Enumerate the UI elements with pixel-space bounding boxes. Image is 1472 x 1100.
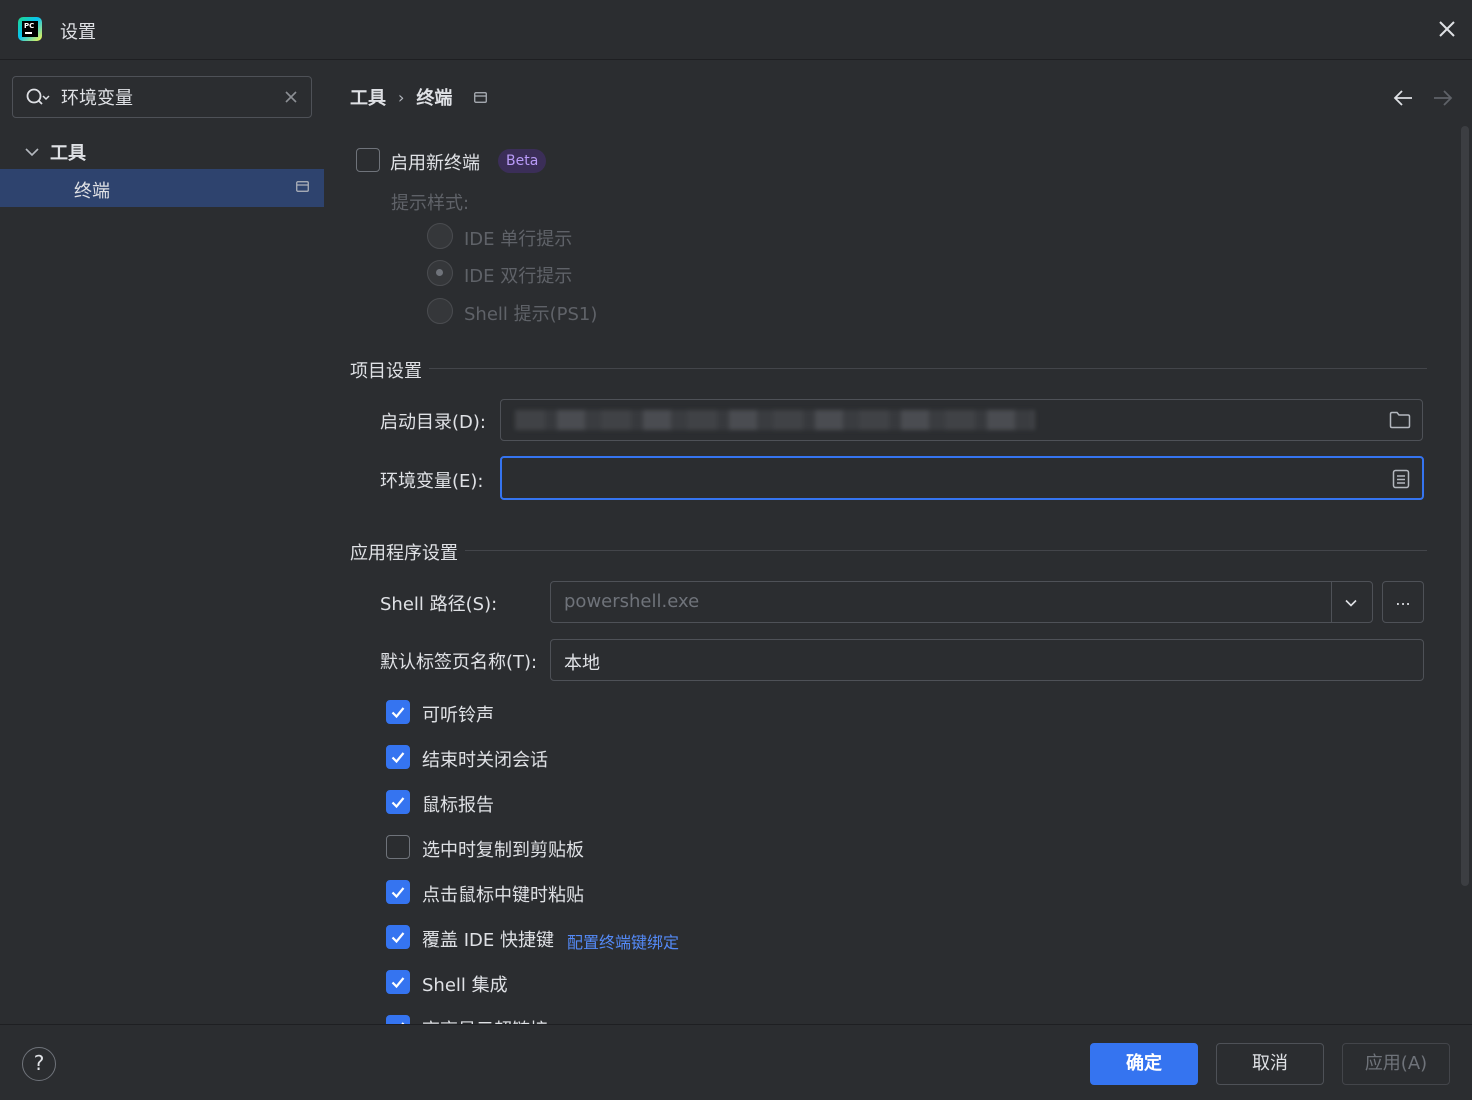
close-session-on-exit-checkbox[interactable] — [386, 745, 410, 769]
search-icon[interactable] — [25, 87, 51, 109]
radio-label: Shell 提示(PS1) — [464, 304, 598, 325]
env-vars-field[interactable] — [500, 456, 1424, 500]
edit-list-icon[interactable] — [1392, 469, 1410, 489]
shell-path-combobox[interactable]: powershell.exe — [550, 581, 1373, 623]
vertical-scrollbar[interactable] — [1461, 126, 1469, 886]
radio-label: IDE 双行提示 — [464, 266, 573, 287]
browse-shell-button[interactable]: ... — [1382, 581, 1424, 623]
mouse-reporting-checkbox[interactable] — [386, 790, 410, 814]
env-vars-label: 环境变量(E): — [380, 471, 484, 492]
settings-search-box[interactable] — [12, 76, 312, 118]
beta-badge: Beta — [498, 149, 547, 173]
shell-integration-checkbox[interactable] — [386, 970, 410, 994]
start-directory-field[interactable] — [500, 399, 1423, 441]
section-divider — [429, 368, 1427, 369]
dialog-footer: ? 确定 取消 应用(A) — [0, 1024, 1472, 1100]
window-title: 设置 — [60, 22, 96, 43]
enable-new-terminal-label: 启用新终端 — [390, 153, 480, 174]
highlight-hyperlinks-checkbox[interactable] — [386, 1015, 410, 1024]
breadcrumb-separator: › — [398, 87, 405, 107]
project-settings-title: 项目设置 — [350, 361, 422, 382]
close-icon[interactable] — [1434, 16, 1460, 42]
option-label: 覆盖 IDE 快捷键 — [422, 930, 554, 951]
radio-label: IDE 单行提示 — [464, 229, 573, 250]
project-level-icon — [296, 181, 309, 192]
tree-node-label: 工具 — [50, 143, 86, 164]
radio-ide-double-line[interactable] — [427, 260, 453, 286]
tree-node-tools[interactable]: 工具 — [0, 138, 324, 166]
redacted-path — [515, 410, 1035, 430]
tree-node-label: 终端 — [74, 181, 110, 202]
back-arrow-icon[interactable] — [1392, 88, 1414, 108]
start-directory-label: 启动目录(D): — [380, 412, 486, 433]
clear-search-icon[interactable] — [283, 89, 299, 105]
cancel-button[interactable]: 取消 — [1216, 1043, 1324, 1085]
apply-button[interactable]: 应用(A) — [1342, 1043, 1450, 1085]
breadcrumb-parent[interactable]: 工具 — [350, 84, 386, 110]
audible-bell-checkbox[interactable] — [386, 700, 410, 724]
default-tab-name-field[interactable]: 本地 — [550, 639, 1424, 681]
ok-button[interactable]: 确定 — [1090, 1043, 1198, 1085]
breadcrumb: 工具 › 终端 — [350, 84, 488, 110]
chevron-down-icon[interactable] — [1343, 595, 1359, 611]
paste-on-middle-click-checkbox[interactable] — [386, 880, 410, 904]
configure-keybindings-link[interactable]: 配置终端键绑定 — [567, 929, 679, 953]
shell-path-placeholder: powershell.exe — [564, 591, 700, 612]
option-label: 鼠标报告 — [422, 795, 494, 816]
enable-new-terminal-checkbox[interactable] — [356, 148, 380, 172]
default-tab-name-value[interactable]: 本地 — [564, 649, 600, 675]
shell-path-label: Shell 路径(S): — [380, 594, 498, 615]
option-label: 选中时复制到剪贴板 — [422, 840, 584, 861]
forward-arrow-icon[interactable] — [1432, 88, 1454, 108]
project-level-icon — [474, 91, 488, 103]
radio-ide-single-line[interactable] — [427, 223, 453, 249]
option-label: 可听铃声 — [422, 705, 494, 726]
breadcrumb-current: 终端 — [416, 88, 453, 109]
option-label: Shell 集成 — [422, 975, 508, 996]
default-tab-name-label: 默认标签页名称(T): — [380, 652, 538, 673]
pycharm-logo-icon: PC — [18, 17, 42, 41]
settings-content: 工具 › 终端 启用新终端 Beta 提示样式: IDE 单行提示 IDE 双行… — [324, 60, 1472, 1024]
option-label: 结束时关闭会话 — [422, 750, 548, 771]
prompt-style-label: 提示样式: — [391, 193, 470, 214]
search-input[interactable] — [61, 84, 276, 110]
help-button[interactable]: ? — [22, 1047, 56, 1081]
folder-icon[interactable] — [1389, 411, 1411, 429]
chevron-down-icon[interactable] — [24, 144, 40, 160]
settings-sidebar: 工具 终端 — [0, 60, 324, 1024]
copy-on-selection-checkbox[interactable] — [386, 835, 410, 859]
section-divider — [465, 550, 1427, 551]
radio-shell-ps1[interactable] — [427, 298, 453, 324]
override-ide-shortcuts-checkbox[interactable] — [386, 925, 410, 949]
tree-node-terminal[interactable]: 终端 — [0, 169, 324, 207]
title-bar: PC 设置 — [0, 0, 1472, 60]
option-label: 点击鼠标中键时粘贴 — [422, 885, 584, 906]
dropdown-divider — [1331, 582, 1332, 622]
option-label: 高亮显示超链接 — [422, 1016, 548, 1024]
app-settings-title: 应用程序设置 — [350, 543, 458, 564]
